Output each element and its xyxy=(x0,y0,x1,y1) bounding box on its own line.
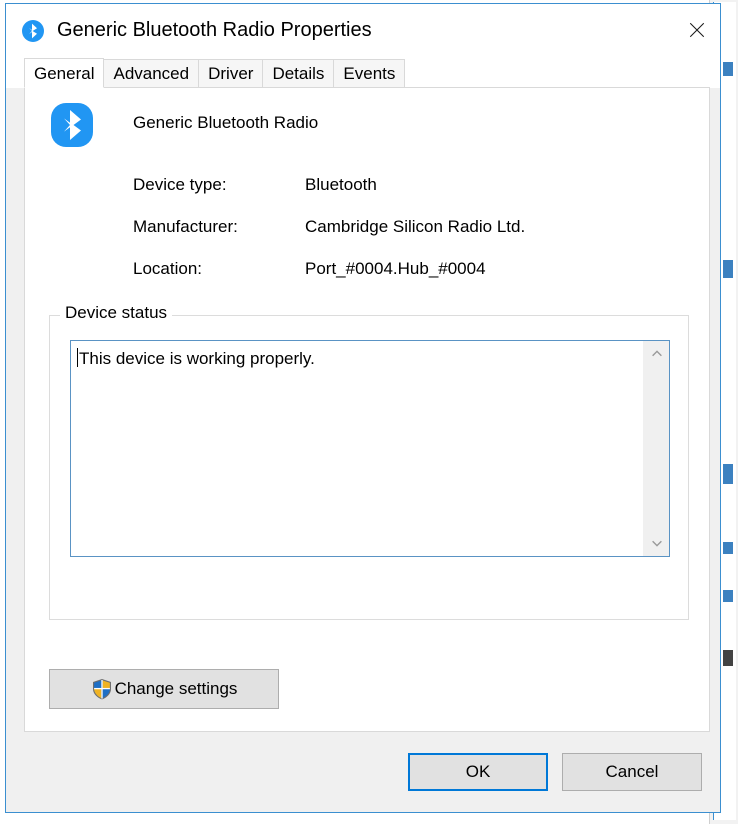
device-type-value: Bluetooth xyxy=(305,175,377,194)
background-fragment xyxy=(723,590,733,602)
chevron-up-icon[interactable] xyxy=(650,347,664,361)
manufacturer-label: Manufacturer: xyxy=(133,217,238,236)
tab-general[interactable]: General xyxy=(24,58,105,88)
location-value: Port_#0004.Hub_#0004 xyxy=(305,259,486,278)
background-fragment xyxy=(723,464,733,484)
uac-shield-icon xyxy=(91,678,113,700)
tab-strip: General Advanced Driver Details Events xyxy=(6,57,720,88)
property-row: Device type: Bluetooth xyxy=(133,175,709,217)
device-status-legend: Device status xyxy=(60,303,173,323)
device-status-group: Device status This device is working pro… xyxy=(49,303,689,620)
properties-dialog: Generic Bluetooth Radio Properties Gener… xyxy=(5,3,721,813)
device-properties: Device type: Bluetooth Manufacturer: Cam… xyxy=(25,175,709,301)
device-status-textbox[interactable]: This device is working properly. xyxy=(70,340,670,557)
background-fragment xyxy=(723,62,733,76)
close-icon[interactable] xyxy=(674,4,720,56)
property-row: Location: Port_#0004.Hub_#0004 xyxy=(133,259,709,301)
ok-button[interactable]: OK xyxy=(408,753,548,791)
status-scrollbar[interactable] xyxy=(643,341,669,556)
tab-events[interactable]: Events xyxy=(333,59,406,88)
tab-page-general: Generic Bluetooth Radio Device type: Blu… xyxy=(24,88,710,732)
chevron-down-icon[interactable] xyxy=(650,536,664,550)
manufacturer-value: Cambridge Silicon Radio Ltd. xyxy=(305,217,526,236)
tab-advanced[interactable]: Advanced xyxy=(103,59,200,88)
device-status-text-area[interactable]: This device is working properly. xyxy=(71,341,643,556)
background-fragment xyxy=(723,542,733,554)
title-bar: Generic Bluetooth Radio Properties xyxy=(6,4,720,57)
bluetooth-icon xyxy=(49,102,95,148)
background-fragment xyxy=(723,650,733,666)
device-status-text: This device is working properly. xyxy=(79,349,315,368)
tab-driver[interactable]: Driver xyxy=(198,59,264,88)
device-header: Generic Bluetooth Radio xyxy=(25,88,709,148)
device-type-label: Device type: xyxy=(133,175,227,194)
change-settings-label: Change settings xyxy=(114,679,238,698)
change-settings-button[interactable]: Change settings xyxy=(49,669,279,709)
dialog-footer: OK Cancel xyxy=(6,732,720,812)
tab-details[interactable]: Details xyxy=(262,59,335,88)
location-label: Location: xyxy=(133,259,202,278)
device-name: Generic Bluetooth Radio xyxy=(133,113,319,132)
bluetooth-icon xyxy=(21,19,45,43)
background-fragment xyxy=(723,260,733,278)
cancel-button[interactable]: Cancel xyxy=(562,753,702,791)
window-title: Generic Bluetooth Radio Properties xyxy=(57,19,372,41)
text-caret xyxy=(77,348,78,367)
property-row: Manufacturer: Cambridge Silicon Radio Lt… xyxy=(133,217,709,259)
